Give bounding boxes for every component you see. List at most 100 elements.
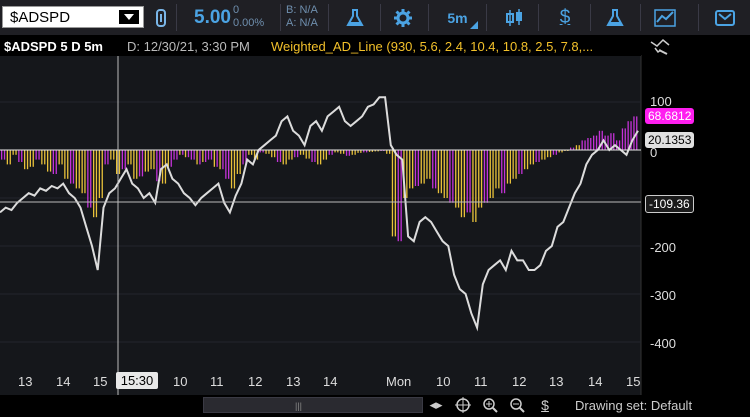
histogram-bar — [32, 150, 34, 167]
histogram-bar — [199, 150, 201, 165]
scroll-grip-icon[interactable]: ||| — [295, 402, 302, 411]
histogram-bar — [285, 150, 287, 165]
histogram-bar — [38, 150, 40, 160]
histogram-bar — [107, 150, 109, 165]
histogram-bar — [311, 150, 313, 162]
histogram-bar — [501, 150, 503, 194]
timeframe-button[interactable]: 5m — [435, 0, 480, 35]
histogram-bar — [187, 150, 190, 158]
histogram-bar — [274, 150, 276, 158]
histogram-bar — [406, 150, 408, 198]
histogram-bar — [515, 150, 517, 179]
histogram-bar — [110, 150, 112, 160]
study-label[interactable]: Weighted_AD_Line (930, 5.6, 2.4, 10.4, 1… — [271, 39, 593, 54]
histogram-bar — [389, 150, 391, 154]
histogram-bar — [130, 150, 132, 165]
histogram-bar — [6, 150, 8, 165]
histogram-bar — [81, 150, 83, 194]
expand-collapse-icon[interactable]: ◂▸ — [426, 396, 446, 414]
change-info: 0 0.00% — [233, 4, 264, 30]
flask-icon[interactable] — [595, 0, 635, 35]
zoom-out-icon[interactable] — [507, 396, 527, 414]
histogram-bar — [354, 150, 356, 155]
histogram-bar — [483, 150, 486, 203]
change-value: 0 — [233, 4, 240, 16]
x-axis-label: 14 — [323, 374, 338, 389]
dollar-icon[interactable]: $ — [545, 0, 585, 35]
y-axis-label: -300 — [650, 288, 677, 303]
zoom-in-icon[interactable] — [480, 396, 500, 414]
histogram-bar — [400, 150, 402, 242]
candles-icon[interactable] — [495, 0, 535, 35]
link-icon[interactable] — [150, 0, 172, 35]
histogram-bar — [47, 150, 49, 172]
histogram-bar — [193, 150, 195, 160]
histogram-bar — [584, 140, 586, 150]
crosshair-icon[interactable] — [453, 396, 473, 414]
histogram-bar — [248, 150, 250, 155]
histogram-bar — [251, 150, 253, 155]
histogram-bar — [58, 150, 60, 165]
y-axis-label: -400 — [650, 336, 677, 351]
toolbar-separator — [380, 4, 381, 31]
histogram-bar — [549, 150, 552, 158]
chart-canvas[interactable] — [0, 35, 750, 417]
histogram-bar — [93, 150, 95, 218]
last-price: 5.00 — [194, 7, 231, 28]
histogram-bar — [265, 150, 267, 154]
histogram-bar — [90, 150, 92, 208]
histogram-bar — [156, 150, 158, 182]
histogram-bar — [506, 150, 509, 184]
bid-value: B: N/A — [286, 4, 318, 16]
histogram-bar — [95, 150, 98, 218]
histogram-bar — [492, 150, 494, 198]
x-axis-label: 15 — [93, 374, 108, 389]
histogram-bar — [190, 150, 192, 160]
chart-area[interactable] — [0, 35, 750, 417]
histogram-bar — [529, 150, 532, 165]
histogram-bar — [49, 150, 52, 172]
histogram-bar — [503, 150, 506, 194]
drawing-tool-icon[interactable] — [649, 36, 675, 56]
horizontal-scrollbar[interactable]: ||| — [203, 397, 423, 413]
histogram-bar — [170, 150, 172, 167]
histogram-bar — [547, 150, 549, 158]
chart-style-icon[interactable] — [645, 0, 685, 35]
histogram-bar — [314, 150, 316, 162]
histogram-bar — [429, 150, 431, 179]
histogram-bar — [147, 150, 149, 172]
histogram-bar — [150, 150, 152, 170]
histogram-bar — [26, 150, 29, 170]
share-icon[interactable] — [705, 0, 745, 35]
gear-icon[interactable] — [385, 0, 420, 35]
histogram-bar — [138, 150, 141, 177]
flask-icon[interactable] — [335, 0, 375, 35]
cursor-date: D: 12/30/21, 3:30 PM — [127, 39, 250, 54]
histogram-bar — [391, 150, 394, 237]
histogram-bar — [29, 150, 31, 167]
histogram-bar — [432, 150, 434, 189]
dollar-label: $ — [559, 6, 571, 28]
histogram-bar — [230, 150, 233, 189]
histogram-bar — [526, 150, 529, 170]
histogram-bar — [478, 150, 480, 208]
histogram-bar — [348, 150, 350, 156]
histogram-bar — [41, 150, 43, 165]
drawing-set-label[interactable]: Drawing set: Default — [575, 398, 692, 413]
histogram-bar — [101, 150, 103, 198]
histogram-bar — [52, 150, 54, 174]
last-value-tag-white: 20.1353 — [645, 132, 695, 148]
histogram-bar — [133, 150, 135, 179]
histogram-bar — [219, 150, 221, 170]
dollar-icon[interactable]: $ — [535, 396, 555, 414]
chevron-down-icon[interactable] — [119, 10, 139, 24]
cursor-time-box: 15:30 — [116, 372, 158, 389]
histogram-bar — [35, 150, 37, 160]
histogram-bar — [578, 145, 580, 150]
histogram-bar — [457, 150, 460, 208]
histogram-bar — [136, 150, 138, 179]
histogram-bar — [426, 150, 428, 179]
histogram-bar — [302, 150, 305, 155]
symbol-input[interactable]: $ADSPD — [2, 6, 144, 28]
histogram-bar — [118, 150, 121, 174]
